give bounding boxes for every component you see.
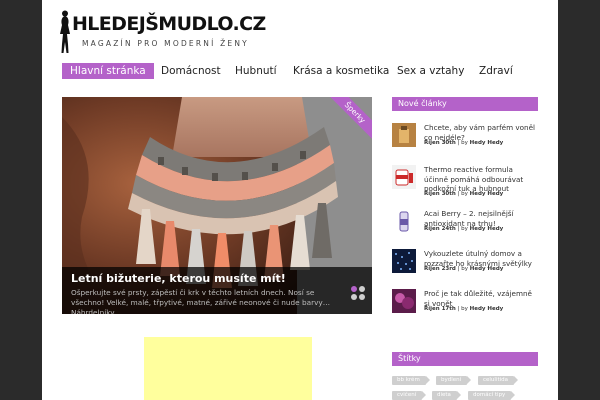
post-author[interactable]: Hedy Hedy bbox=[470, 266, 504, 272]
post-thumbnail[interactable] bbox=[392, 289, 416, 313]
main-nav: Hlavní stránka Domácnost Hubnutí Krása a… bbox=[42, 62, 558, 82]
post-date: Říjen 30th bbox=[424, 140, 456, 146]
post-meta: Říjen 30th | by Hedy Hedy bbox=[424, 140, 503, 146]
slider-pagination bbox=[351, 286, 369, 308]
page: HLEDEJŠMUDLO.CZ MAGAZÍN PRO MODERNÍ ŽENY… bbox=[42, 0, 558, 400]
list-item: Acai Berry – 2. nejsilnější antioxidant … bbox=[392, 209, 538, 241]
post-meta-separator: | by bbox=[455, 306, 470, 312]
site-brand-name: HLEDEJŠMUDLO.CZ bbox=[72, 13, 266, 35]
tag-cviceni[interactable]: cvičení bbox=[392, 391, 427, 400]
list-item: Vykouzlete útulný domov a rozzařte ho kr… bbox=[392, 249, 538, 281]
category-ribbon-label: Šperky bbox=[330, 97, 372, 139]
tag-bydleni[interactable]: bydlení bbox=[436, 376, 472, 385]
woman-silhouette-icon bbox=[60, 10, 70, 53]
post-meta-separator: | by bbox=[455, 191, 470, 197]
tag-celulitida[interactable]: celulitida bbox=[478, 376, 519, 385]
post-meta-separator: | by bbox=[455, 266, 470, 272]
featured-slider[interactable]: Šperky Letní bižuterie, kterou musíte mí… bbox=[62, 97, 372, 314]
post-meta: Říjen 24th | by Hedy Hedy bbox=[424, 226, 503, 232]
post-meta: Říjen 23rd | by Hedy Hedy bbox=[424, 266, 503, 272]
post-meta: Říjen 17th | by Hedy Hedy bbox=[424, 306, 503, 312]
nav-item-zdravi[interactable]: Zdraví bbox=[479, 63, 513, 79]
site-tagline: MAGAZÍN PRO MODERNÍ ŽENY bbox=[82, 39, 249, 48]
slider-dot-4[interactable] bbox=[359, 294, 365, 300]
slider-dot-3[interactable] bbox=[351, 294, 357, 300]
nav-item-sex-a-vztahy[interactable]: Sex a vztahy bbox=[397, 63, 464, 79]
tags-heading: Štítky bbox=[392, 352, 538, 366]
tag-bb-krem[interactable]: bb krém bbox=[392, 376, 430, 385]
list-item: Chcete, aby vám parfém voněl co nejdéle?… bbox=[392, 123, 538, 155]
post-thumbnail[interactable] bbox=[392, 249, 416, 273]
post-meta-separator: | by bbox=[455, 140, 470, 146]
post-thumbnail[interactable] bbox=[392, 209, 416, 233]
slider-dot-2[interactable] bbox=[359, 286, 365, 292]
featured-title[interactable]: Letní bižuterie, kterou musíte mít! bbox=[71, 272, 286, 285]
post-date: Říjen 30th bbox=[424, 191, 456, 197]
post-title[interactable]: Thermo reactive formula účinně pomáhá od… bbox=[424, 165, 538, 194]
post-date: Říjen 17th bbox=[424, 306, 456, 312]
nav-item-hubnuti[interactable]: Hubnutí bbox=[235, 63, 277, 79]
post-date: Říjen 24th bbox=[424, 226, 456, 232]
featured-excerpt: Ošperkujte své prsty, zápěstí či krk v t… bbox=[71, 288, 331, 314]
post-author[interactable]: Hedy Hedy bbox=[470, 140, 504, 146]
nav-item-domacnost[interactable]: Domácnost bbox=[161, 63, 221, 79]
ad-banner[interactable] bbox=[144, 337, 312, 400]
featured-caption: Letní bižuterie, kterou musíte mít! Ošpe… bbox=[62, 267, 372, 314]
nav-item-krasa-a-kosmetika[interactable]: Krása a kosmetika bbox=[293, 63, 389, 79]
nav-item-hlavni-stranka[interactable]: Hlavní stránka bbox=[62, 63, 154, 79]
new-articles-heading: Nové články bbox=[392, 97, 538, 111]
post-meta: Říjen 30th | by Hedy Hedy bbox=[424, 191, 503, 197]
post-meta-separator: | by bbox=[455, 226, 470, 232]
post-date: Říjen 23rd bbox=[424, 266, 456, 272]
post-author[interactable]: Hedy Hedy bbox=[470, 226, 504, 232]
list-item: Thermo reactive formula účinně pomáhá od… bbox=[392, 165, 538, 197]
site-logo[interactable]: HLEDEJŠMUDLO.CZ MAGAZÍN PRO MODERNÍ ŽENY bbox=[58, 10, 266, 54]
category-ribbon[interactable]: Šperky bbox=[330, 97, 372, 139]
tag-cloud: bb krém bydlení celulitida cvičení dieta… bbox=[392, 376, 542, 400]
post-thumbnail[interactable] bbox=[392, 123, 416, 147]
post-author[interactable]: Hedy Hedy bbox=[470, 191, 504, 197]
slider-dot-1[interactable] bbox=[351, 286, 357, 292]
tag-dieta[interactable]: dieta bbox=[432, 391, 461, 400]
post-thumbnail[interactable] bbox=[392, 165, 416, 189]
tag-domaci-tipy[interactable]: domácí tipy bbox=[468, 391, 516, 400]
post-author[interactable]: Hedy Hedy bbox=[470, 306, 504, 312]
list-item: Proč je tak důležité, vzájemně si vonět … bbox=[392, 289, 538, 321]
